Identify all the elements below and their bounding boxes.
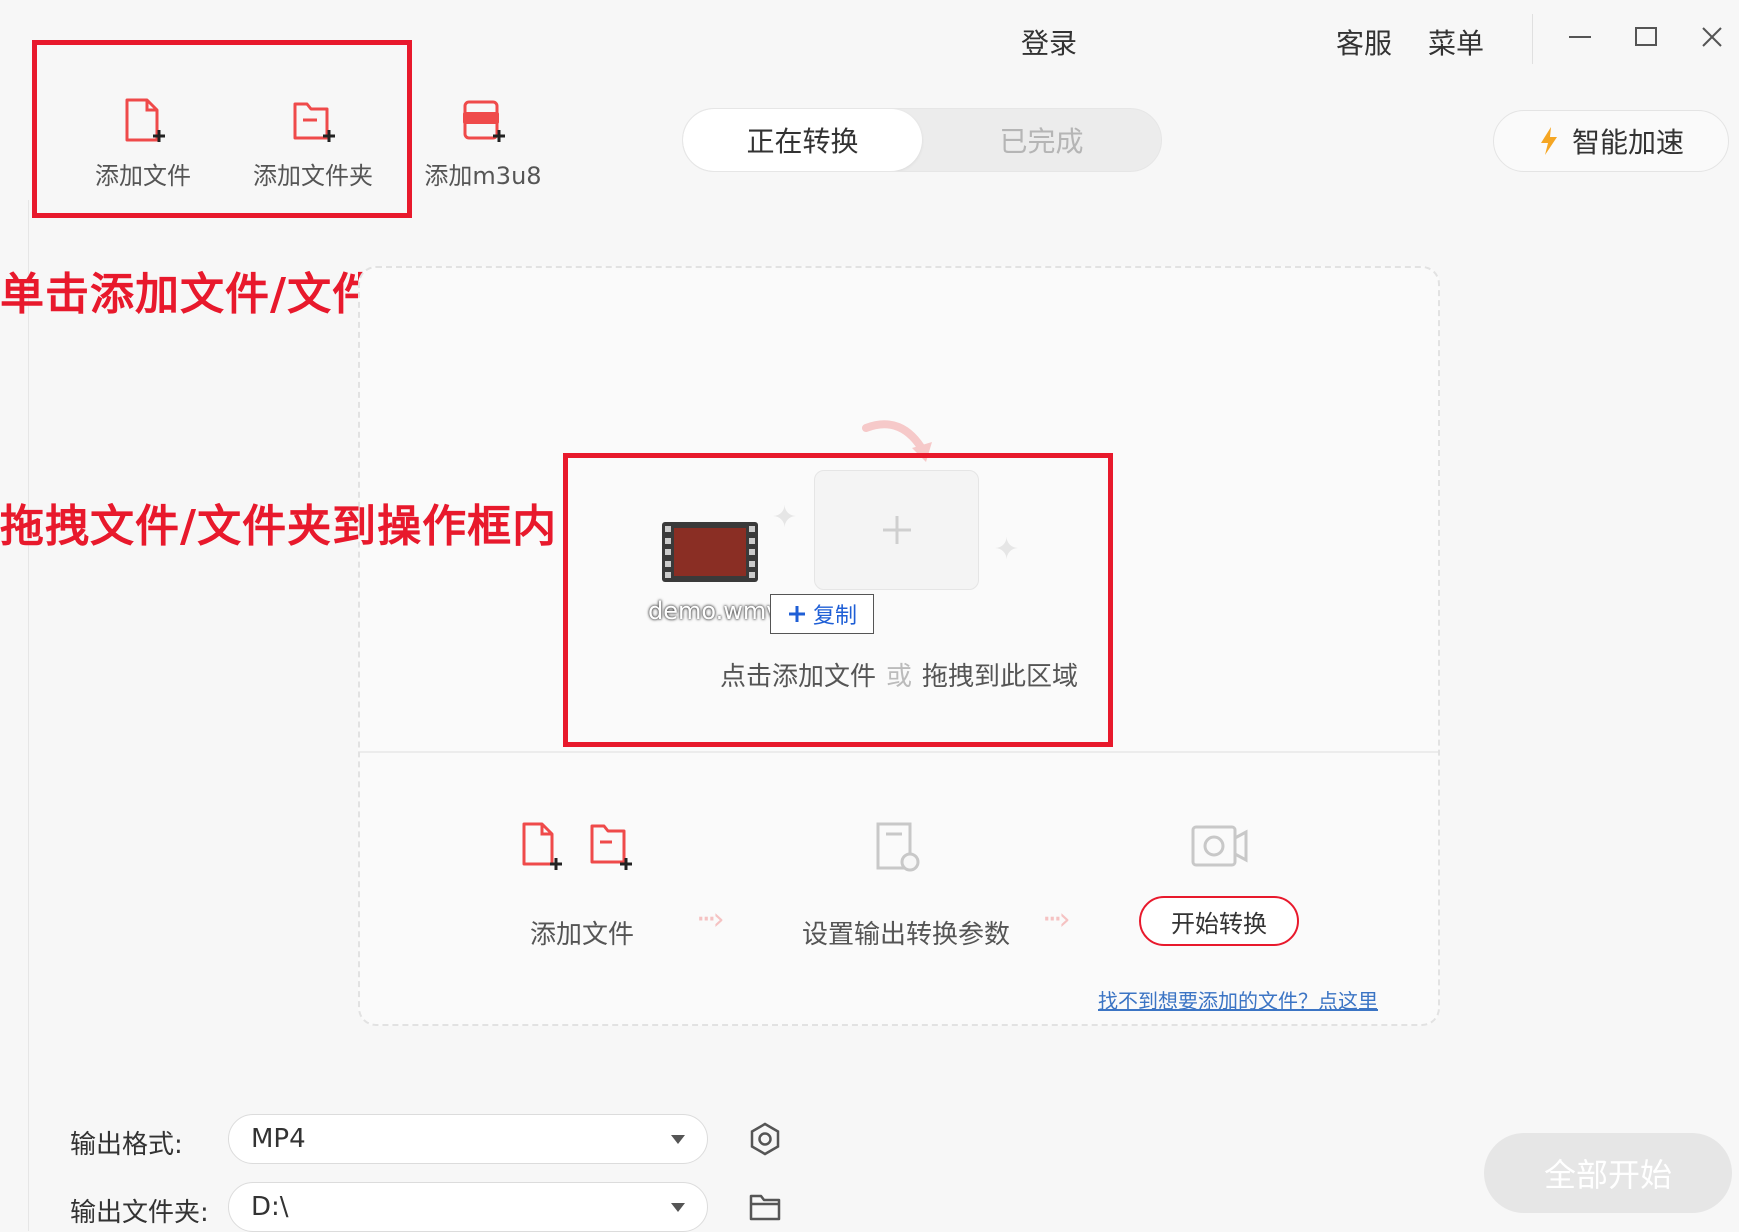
settings-file-icon xyxy=(876,822,920,872)
lightning-icon xyxy=(1540,127,1557,155)
file-step-icon xyxy=(522,822,562,870)
output-format-select[interactable]: MP4 xyxy=(228,1114,708,1164)
output-folder-label: 输出文件夹: xyxy=(70,1198,209,1228)
menu-link[interactable]: 菜单 xyxy=(1428,22,1484,62)
annotation-box-drop-area xyxy=(563,453,1113,747)
folder-step-icon xyxy=(590,824,632,870)
minimize-button[interactable] xyxy=(1560,17,1600,57)
output-folder-value: D:\ xyxy=(251,1192,289,1222)
help-link[interactable]: 找不到想要添加的文件？点这里 xyxy=(1098,985,1378,1014)
customer-service-link[interactable]: 客服 xyxy=(1336,22,1392,62)
window-left-border xyxy=(28,200,29,1231)
add-m3u8-label: 添加m3u8 xyxy=(424,162,542,190)
add-m3u8-icon xyxy=(463,100,505,142)
start-convert-button[interactable]: 开始转换 xyxy=(1139,896,1299,946)
start-all-button[interactable]: 全部开始 xyxy=(1484,1133,1732,1213)
close-button[interactable] xyxy=(1692,17,1732,57)
format-settings-icon[interactable] xyxy=(748,1122,782,1156)
chevron-down-icon xyxy=(671,1202,685,1212)
folder-open-icon[interactable] xyxy=(748,1192,782,1222)
maximize-icon xyxy=(1635,27,1657,46)
minimize-icon xyxy=(1569,36,1591,38)
add-m3u8-button[interactable]: 添加m3u8 xyxy=(408,96,558,191)
close-icon xyxy=(1702,27,1722,47)
step-arrow-icon: ···› xyxy=(696,902,725,937)
annotation-drag-in: 拖拽文件/文件夹到操作框内 xyxy=(0,501,558,552)
dropzone-divider xyxy=(360,751,1438,753)
chevron-down-icon xyxy=(671,1134,685,1144)
output-folder-select[interactable]: D:\ xyxy=(228,1182,708,1232)
output-format-label: 输出格式: xyxy=(70,1130,183,1160)
status-tabs: 正在转换 已完成 xyxy=(682,108,1162,172)
step-add-file-label: 添加文件 xyxy=(530,920,635,950)
maximize-button[interactable] xyxy=(1626,17,1666,57)
annotation-box-add-buttons xyxy=(32,40,412,218)
tab-done[interactable]: 已完成 xyxy=(922,109,1161,171)
smart-speed-label: 智能加速 xyxy=(1571,126,1684,159)
smart-speed-button[interactable]: 智能加速 xyxy=(1493,110,1729,172)
output-format-value: MP4 xyxy=(251,1124,306,1154)
step-arrow-icon: ···› xyxy=(1042,902,1071,937)
steps-add-icons xyxy=(522,822,632,870)
titlebar-divider xyxy=(1532,14,1533,64)
step-set-params-label: 设置输出转换参数 xyxy=(802,920,1011,950)
convert-icon xyxy=(1191,825,1248,867)
tab-converting[interactable]: 正在转换 xyxy=(683,109,922,171)
login-link[interactable]: 登录 xyxy=(1021,22,1077,62)
